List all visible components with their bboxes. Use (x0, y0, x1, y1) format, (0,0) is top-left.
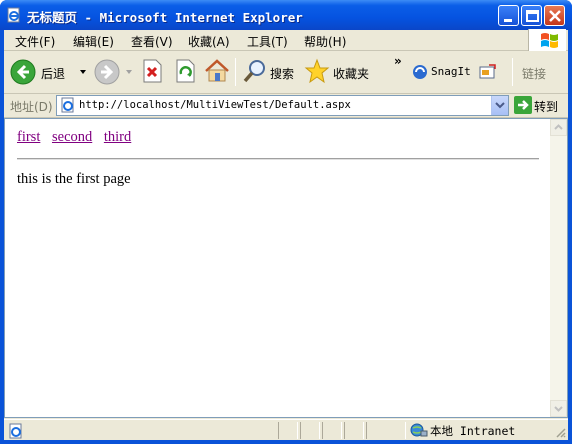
address-dropdown-button[interactable] (491, 96, 508, 115)
search-label: 搜索 (270, 67, 295, 81)
snagit-capture-button[interactable] (479, 58, 499, 86)
windows-logo (528, 29, 566, 51)
capture-icon (479, 64, 496, 79)
back-label: 后退 (41, 67, 66, 81)
address-label: 地址(D) (10, 100, 53, 114)
snagit-button[interactable]: SnagIt (412, 58, 474, 86)
maximize-icon (526, 10, 539, 22)
menu-view[interactable]: 查看(V) (131, 33, 173, 50)
status-cell (278, 422, 298, 439)
home-button[interactable] (204, 58, 230, 86)
back-button[interactable]: 后退 (10, 58, 90, 86)
menu-tools[interactable]: 工具(T) (247, 33, 288, 50)
scroll-up-button[interactable] (550, 119, 567, 136)
page-viewport: first second third this is the first pag… (4, 118, 568, 418)
favorites-label: 收藏夹 (333, 67, 370, 81)
ie-window: 无标题页 - Microsoft Internet Explorer 文件(F)… (0, 0, 572, 444)
forward-button[interactable] (94, 58, 136, 86)
status-cell (344, 422, 364, 439)
status-page-icon (9, 423, 22, 439)
title-bar[interactable]: 无标题页 - Microsoft Internet Explorer (0, 0, 572, 30)
scroll-down-icon (554, 406, 563, 412)
menu-help[interactable]: 帮助(H) (304, 33, 346, 50)
zone-label: 本地 Intranet (430, 424, 516, 438)
link-first[interactable]: first (17, 129, 40, 145)
windows-flag-icon (541, 33, 558, 48)
page-body: first second third this is the first pag… (17, 129, 539, 187)
links-separator (512, 58, 513, 86)
resize-grip-icon[interactable] (554, 426, 566, 438)
status-cell (322, 422, 342, 439)
menu-favorites[interactable]: 收藏(A) (188, 33, 230, 50)
chevron-down-icon (495, 102, 505, 109)
minimize-icon (504, 19, 512, 22)
close-button[interactable] (544, 5, 565, 26)
forward-arrow-icon (94, 59, 120, 85)
back-dropdown-icon[interactable] (80, 70, 88, 76)
close-icon (549, 10, 561, 22)
menu-file[interactable]: 文件(F) (15, 33, 55, 50)
stop-icon (143, 59, 162, 83)
address-bar: 地址(D) http://localhost/MultiViewTest/Def… (4, 94, 568, 118)
horizontal-rule (17, 158, 539, 160)
status-cell (300, 422, 320, 439)
home-icon (205, 59, 229, 82)
address-input[interactable]: http://localhost/MultiViewTest/Default.a… (56, 95, 509, 116)
toolbar-separator (235, 58, 236, 86)
snagit-icon (413, 65, 427, 79)
security-zone[interactable]: 本地 Intranet (408, 422, 548, 439)
go-label: 转到 (534, 100, 559, 114)
links-label[interactable]: 链接 (522, 65, 546, 82)
back-arrow-icon (10, 59, 36, 85)
favorites-star-icon (304, 58, 330, 84)
status-bar: 本地 Intranet (4, 419, 568, 440)
ie-document-icon (7, 7, 20, 23)
go-arrow-icon (514, 96, 532, 114)
scroll-up-icon (554, 124, 563, 130)
refresh-button[interactable] (174, 58, 198, 86)
forward-dropdown-icon (126, 70, 132, 74)
window-title: 无标题页 - Microsoft Internet Explorer (27, 10, 303, 25)
page-text: this is the first page (17, 171, 131, 187)
link-third[interactable]: third (104, 129, 131, 145)
search-icon (243, 60, 265, 83)
menu-edit[interactable]: 编辑(E) (73, 33, 114, 50)
standard-toolbar: 后退 搜索 收藏夹 » SnagIt 链接 (4, 52, 568, 94)
stop-button[interactable] (141, 58, 165, 86)
scroll-down-button[interactable] (550, 400, 567, 417)
address-url: http://localhost/MultiViewTest/Default.a… (79, 99, 351, 111)
snagit-label: SnagIt (431, 65, 471, 78)
toolbar-chevron[interactable]: » (394, 54, 402, 68)
page-favicon-icon (61, 97, 74, 113)
view-links: first second third (17, 129, 539, 151)
go-button[interactable]: 转到 (512, 95, 566, 116)
refresh-icon (176, 59, 195, 83)
menu-bar: 文件(F) 编辑(E) 查看(V) 收藏(A) 工具(T) 帮助(H) (4, 29, 568, 51)
minimize-button[interactable] (498, 5, 519, 26)
intranet-zone-icon (410, 423, 428, 437)
vertical-scrollbar[interactable] (550, 119, 567, 417)
window-client: 文件(F) 编辑(E) 查看(V) 收藏(A) 工具(T) 帮助(H) 后退 搜… (4, 29, 568, 440)
link-second[interactable]: second (52, 129, 92, 145)
favorites-button[interactable]: 收藏夹 (304, 58, 374, 86)
maximize-button[interactable] (521, 5, 542, 26)
search-button[interactable]: 搜索 (242, 58, 298, 86)
status-cell (366, 422, 406, 439)
